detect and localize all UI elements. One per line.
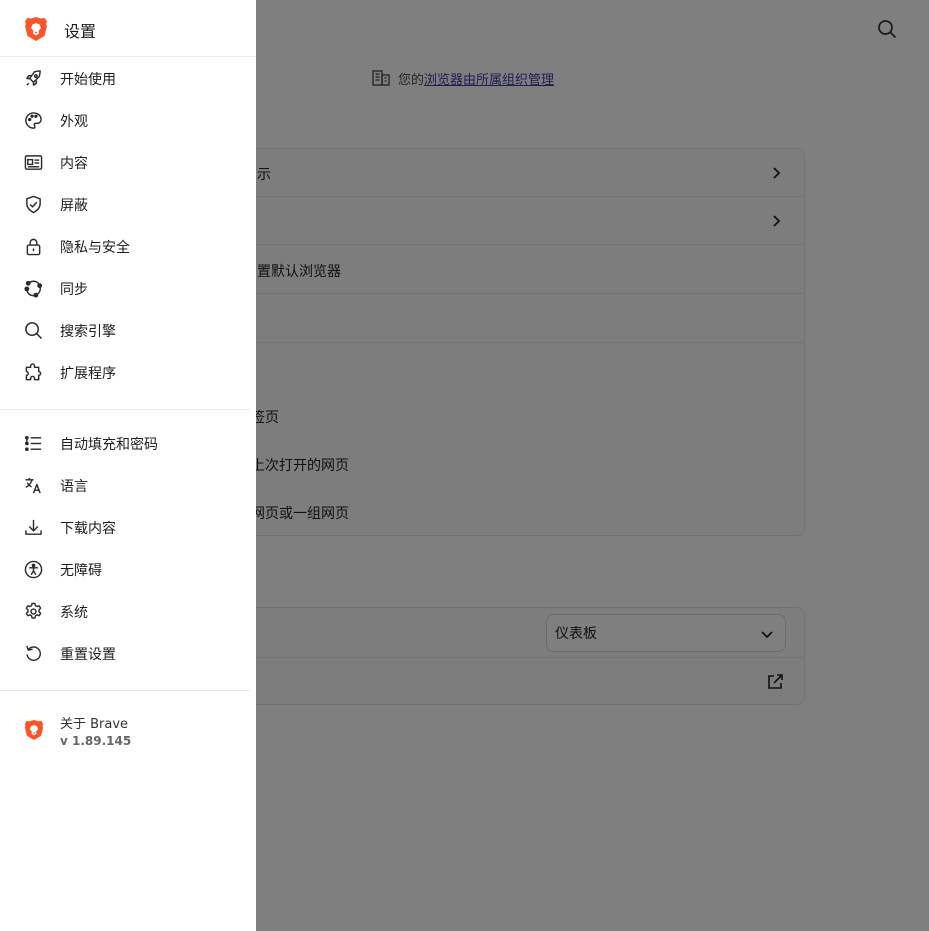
nav-label: 语言 <box>60 479 88 495</box>
download-icon <box>25 519 42 535</box>
nav-label: 系统 <box>60 605 88 621</box>
content-icon <box>24 155 43 170</box>
nav-item-search-engine[interactable]: 搜索引擎 <box>0 309 250 351</box>
nav-item-accessibility[interactable]: 无障碍 <box>0 548 250 590</box>
nav-item-autofill[interactable]: 自动填充和密码 <box>0 422 250 464</box>
nav-item-languages[interactable]: 语言 <box>0 464 250 506</box>
nav-label: 自动填充和密码 <box>60 437 158 453</box>
brave-logo-icon <box>24 720 44 740</box>
nav-item-system[interactable]: 系统 <box>0 590 250 632</box>
nav-item-extensions[interactable]: 扩展程序 <box>0 351 250 393</box>
nav-item-getting-started[interactable]: 开始使用 <box>0 57 250 99</box>
nav-item-downloads[interactable]: 下载内容 <box>0 506 250 548</box>
palette-icon <box>25 112 42 129</box>
nav-label: 屏蔽 <box>60 198 88 214</box>
nav-label: 无障碍 <box>60 563 102 579</box>
drawer-title: 设置 <box>64 22 97 41</box>
nav-label: 内容 <box>60 156 88 172</box>
nav-label: 扩展程序 <box>60 366 116 382</box>
nav-item-sync[interactable]: 同步 <box>0 267 250 309</box>
nav-label: 隐私与安全 <box>60 240 130 256</box>
nav-label: 开始使用 <box>60 72 116 88</box>
lock-icon <box>26 238 41 256</box>
nav-item-content[interactable]: 内容 <box>0 141 250 183</box>
shield-icon <box>26 195 41 214</box>
nav-item-about[interactable]: 关于 Brave v 1.89.145 <box>0 708 250 756</box>
accessibility-icon <box>24 560 43 579</box>
drawer-divider <box>0 690 250 691</box>
settings-drawer: 设置 开始使用 外观 内容 屏蔽 隐私与安全 同步 搜索引擎 扩展程序 自动填充… <box>0 0 256 931</box>
rocket-icon <box>26 70 41 86</box>
about-version: v 1.89.145 <box>60 734 132 748</box>
nav-label: 下载内容 <box>60 521 116 537</box>
puzzle-icon <box>25 363 42 381</box>
list-icon <box>24 435 42 452</box>
gear-icon <box>25 602 42 619</box>
nav-item-reset[interactable]: 重置设置 <box>0 632 250 674</box>
translate-icon <box>25 477 41 494</box>
reset-icon <box>26 645 41 661</box>
brave-logo-icon <box>25 17 47 41</box>
drawer-divider <box>0 409 250 410</box>
search-icon <box>25 322 42 339</box>
nav-item-shields[interactable]: 屏蔽 <box>0 183 250 225</box>
nav-item-privacy[interactable]: 隐私与安全 <box>0 225 250 267</box>
sync-icon <box>24 280 43 298</box>
nav-label: 重置设置 <box>60 647 116 663</box>
nav-item-appearance[interactable]: 外观 <box>0 99 250 141</box>
nav-label: 外观 <box>60 114 88 130</box>
drawer-header: 设置 <box>0 0 256 57</box>
nav-label: 搜索引擎 <box>60 324 116 340</box>
nav-label: 同步 <box>60 282 88 298</box>
about-label: 关于 Brave <box>60 717 129 732</box>
